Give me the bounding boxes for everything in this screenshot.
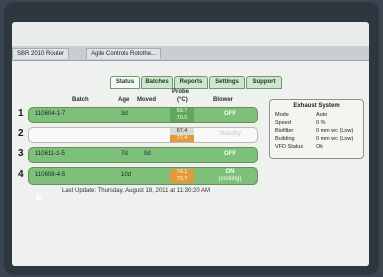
tab-settings[interactable]: Settings	[209, 76, 245, 89]
batch-age: 3d	[121, 111, 128, 117]
status-page: Status Batches Reports Settings Support …	[12, 61, 369, 266]
probe-top-value: 69.7	[170, 108, 194, 115]
mode-value: Auto	[316, 112, 328, 118]
blower-substatus: (cooling)	[218, 176, 242, 182]
batch-age: 10d	[121, 172, 132, 178]
batch-id: 110611-1-5	[35, 151, 65, 157]
batch-id: 110604-1-7	[35, 111, 66, 117]
exhaust-system-panel: Exhaust System Mode Auto Speed 0 % Biofi…	[269, 99, 364, 159]
probe-reading: 74.1 73.7	[170, 169, 194, 183]
probe-bottom-value: 77.4	[170, 135, 194, 142]
row-number: 3	[18, 148, 24, 159]
blower-status: Standby	[218, 131, 242, 137]
vfd-status-value: Ok	[316, 144, 324, 150]
browser-tab-agile[interactable]: Agile Controls Rotothe...	[86, 48, 162, 59]
browser-tab-strip: SBR 2010 Router Agile Controls Rotothe..…	[12, 46, 369, 61]
probe-reading: 69.7 70.0	[170, 108, 194, 122]
monitor-bezel: SBR 2010 Router Agile Controls Rotothe..…	[4, 2, 379, 275]
probe-bottom-value: 70.0	[170, 115, 194, 122]
header-batch: Batch	[72, 97, 89, 103]
table-row[interactable]: 110611-1-5 7d 0d OFF	[28, 147, 258, 163]
table-row[interactable]: 110604-1-7 3d 69.7 70.0 OFF	[28, 107, 258, 123]
speed-value: 0 %	[316, 120, 326, 126]
last-update: Last Update: Thursday, August 18, 2011 a…	[62, 188, 210, 194]
blower-status: OFF	[224, 111, 236, 117]
header-age: Age	[118, 97, 130, 103]
table-row[interactable]: 67.4 77.4 Standby	[28, 127, 258, 143]
tab-status[interactable]: Status	[110, 76, 140, 89]
batch-id: 110608-4-5	[35, 172, 66, 178]
batch-moved: 0d	[144, 151, 151, 157]
browser-tab-router[interactable]: SBR 2010 Router	[12, 48, 70, 59]
tab-batches[interactable]: Batches	[141, 76, 173, 89]
row-number: 4	[18, 169, 24, 180]
speed-label: Speed	[275, 120, 291, 126]
blower-status: ON	[225, 169, 235, 175]
probe-top-value: 74.1	[170, 169, 194, 176]
header-probe-unit: (°C)	[177, 97, 188, 103]
biofilter-value: 0 mm wc (Low)	[316, 128, 354, 134]
header-blower: Blower	[213, 97, 234, 103]
building-value: 0 mm wc (Low)	[316, 136, 354, 142]
row-number: 1	[18, 108, 24, 119]
exhaust-title: Exhaust System	[293, 103, 340, 109]
table-row[interactable]: 110608-4-5 10d 74.1 73.7 ON (cooling)	[28, 167, 258, 185]
mode-label: Mode	[275, 112, 289, 118]
tab-support[interactable]: Support	[246, 76, 282, 89]
row-number: 2	[18, 128, 24, 139]
probe-reading: 67.4 77.4	[170, 128, 194, 142]
probe-bottom-value: 73.7	[170, 176, 194, 183]
vfd-status-label: VFD Status	[275, 144, 304, 150]
header-probe: Probe	[172, 89, 190, 95]
screen: SBR 2010 Router Agile Controls Rotothe..…	[12, 22, 369, 266]
blower-status: OFF	[224, 151, 236, 157]
building-label: Building	[275, 136, 295, 142]
batch-age: 7d	[121, 151, 128, 157]
tab-reports[interactable]: Reports	[174, 76, 208, 89]
biofilter-label: Biofilter	[275, 128, 294, 134]
header-moved: Moved	[137, 97, 157, 103]
probe-top-value: 67.4	[170, 128, 194, 135]
